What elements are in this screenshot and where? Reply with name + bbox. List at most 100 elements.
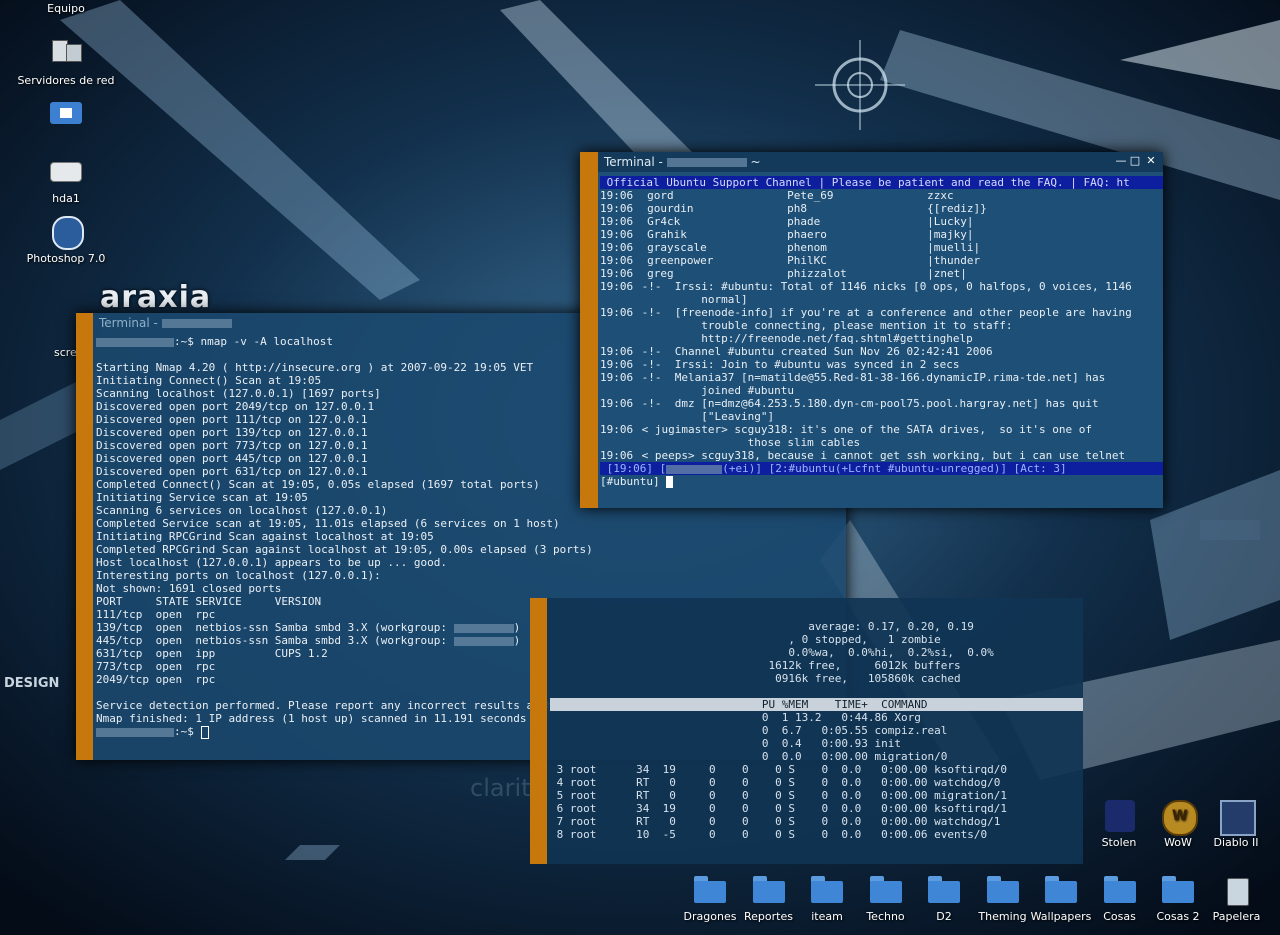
desktop-icon-photoshop[interactable]: Photoshop 7.0 [16,216,116,265]
process-row[interactable]: 3 root 34 19 0 0 0 S 0 0.0 0:00.00 ksoft… [550,763,1083,776]
output-text: Initiating RPCGrind Scan against localho… [96,530,434,543]
output-text: Scanning localhost (127.0.0.1) [1697 por… [96,387,381,400]
nick-column-2[interactable]: phade [787,215,927,228]
message-time: 19:06 [600,228,634,241]
desktop-icon-servidores[interactable]: Servidores de red [16,38,116,87]
process-row[interactable]: 4 root RT 0 0 0 0 S 0 0.0 0:00.00 watchd… [550,776,1083,789]
output-text: Interesting ports on localhost (127.0.0.… [96,569,381,582]
nick-column-1[interactable]: gourdin [647,202,787,215]
output-text: Completed Service scan at 19:05, 11.01s … [96,517,560,530]
nick-column-2[interactable]: ph8 [787,202,927,215]
nick-column-1[interactable]: gord [647,189,787,202]
nick-column-3[interactable]: |muelli| [927,241,980,254]
message-time: 19:06 [600,202,634,215]
window-title: Terminal - [604,155,667,169]
process-row[interactable]: 8 root 10 -5 0 0 0 S 0 0.0 0:00.06 event… [550,828,1083,841]
nmap-output-line: Host localhost (127.0.0.1) appears to be… [96,556,842,569]
message-time: 19:06 [600,215,634,228]
status-time: [19:06] [ [600,462,667,475]
message-time: 19:06 [600,189,634,202]
message-time: 19:06 [600,345,634,358]
process-row[interactable]: 5 root RT 0 0 0 0 S 0 0.0 0:00.00 migrat… [550,789,1083,802]
output-text: Scanning 6 services on localhost (127.0.… [96,504,388,517]
top-terminal-window[interactable]: average: 0.17, 0.20, 0.19 , 0 stopped, 1… [530,598,1083,864]
output-text: 445/tcp open netbios-ssn Samba smbd 3.X … [96,634,454,647]
nick-column-2[interactable]: phenom [787,241,927,254]
maximize-icon[interactable]: □ [1129,155,1141,167]
desktop-icon-label: Equipo [47,2,85,15]
chat-message-line: ["Leaving"] [600,410,1163,423]
output-text: Starting Nmap 4.20 ( http://insecure.org… [96,361,534,374]
process-row[interactable]: 0 0.0 0:00.00 migration/0 [550,750,1083,763]
output-text: Completed RPCGrind Scan against localhos… [96,543,593,556]
output-text: 111/tcp open rpc [96,608,216,621]
nick-column-2[interactable]: phaero [787,228,927,241]
process-row[interactable]: 0 0.4 0:00.93 init [550,737,1083,750]
wallpaper-logo: araxia [100,280,212,315]
nick-column-3[interactable]: zzxc [927,189,954,202]
nick-column-1[interactable]: grayscale [647,241,787,254]
output-text: Discovered open port 773/tcp on 127.0.0.… [96,439,368,452]
irssi-output[interactable]: Official Ubuntu Support Channel | Please… [600,176,1163,508]
desktop-icon-label: Diablo II [1213,836,1259,849]
message-text: http://freenode.net/faq.shtml#gettinghel… [635,332,973,345]
desktop-folder-10[interactable]: Papelera [1187,874,1280,923]
text-cursor [666,476,674,488]
redacted-workgroup [453,623,514,633]
irssi-status-bar: [19:06] [(+ei)] [2:#ubuntu(+Lcfnt #ubunt… [600,462,1163,475]
hard-drive-icon [48,156,84,188]
chat-message-line: joined #ubuntu [600,384,1163,397]
message-text: < jugimaster> scguy318: it's one of the … [635,423,1092,436]
irssi-window-titlebar[interactable]: Terminal - ~ — □ ✕ [598,152,1163,172]
irssi-input-line[interactable]: [#ubuntu] [600,475,1163,488]
desktop-icon-hda1[interactable]: hda1 [16,156,116,205]
redacted-hostname [161,319,232,328]
process-row[interactable]: 0 6.7 0:05.55 compiz.real [550,724,1083,737]
output-text: Not shown: 1691 closed ports [96,582,282,595]
diablo-icon [1218,800,1256,836]
nick-column-3[interactable]: |majky| [927,228,973,241]
nmap-output-line: Completed Service scan at 19:05, 11.01s … [96,517,842,530]
nick-column-3[interactable]: |znet| [927,267,967,280]
nick-column-2[interactable]: PhilKC [787,254,927,267]
nick-column-1[interactable]: greenpower [647,254,787,267]
wallpaper-brand: DESIGN [4,676,60,691]
nmap-output-line: Interesting ports on localhost (127.0.0.… [96,569,842,582]
process-row[interactable]: 6 root 34 19 0 0 0 S 0 0.0 0:00.00 ksoft… [550,802,1083,815]
nick-column-1[interactable]: greg [647,267,787,280]
text-cursor [200,725,209,739]
redacted-nick [666,464,723,474]
chat-message-line: 19:06 -!- Irssi: Join to #ubuntu was syn… [600,358,1163,371]
message-time: 19:06 [600,267,634,280]
desktop-icon-home[interactable] [16,96,116,132]
minimize-icon[interactable]: — [1115,155,1127,167]
nick-column-3[interactable]: {[rediz]} [927,202,987,215]
desktop-icon-diablo[interactable]: Diablo II [1186,800,1280,849]
top-summary-line: , 0 stopped, 1 zombie [550,633,941,646]
top-summary-line: average: 0.17, 0.20, 0.19 [550,620,974,633]
nick-column-2[interactable]: Pete_69 [787,189,927,202]
process-row[interactable]: 7 root RT 0 0 0 0 S 0 0.0 0:00.00 watchd… [550,815,1083,828]
nick-list-row: 19:06 gord Pete_69 zzxc [600,189,1163,202]
nick-column-2[interactable]: phizzalot [787,267,927,280]
nick-column-3[interactable]: |Lucky| [927,215,973,228]
input-prompt: [#ubuntu] [600,475,667,488]
nick-column-3[interactable]: |thunder [927,254,980,267]
desktop-icon-label: Servidores de red [17,74,115,87]
chat-message-line: 19:06 -!- Channel #ubuntu created Sun No… [600,345,1163,358]
nick-column-1[interactable]: Gr4ck [647,215,787,228]
close-icon[interactable]: ✕ [1145,155,1157,167]
nick-column-1[interactable]: Grahik [647,228,787,241]
process-row[interactable]: 0 1 13.2 0:44.86 Xorg [550,711,1083,724]
message-time: 19:06 [600,254,634,267]
top-output[interactable]: average: 0.17, 0.20, 0.19 , 0 stopped, 1… [550,620,1083,864]
nmap-output-line: Completed RPCGrind Scan against localhos… [96,543,842,556]
top-summary-line: 1612k free, 6012k buffers [550,659,961,672]
desktop-folder-label: Papelera [1212,910,1261,923]
nick-list-row: 19:06 greenpower PhilKC |thunder [600,254,1163,267]
message-text: ["Leaving"] [635,410,775,423]
desktop-icon-equipo[interactable]: Equipo [16,2,116,15]
irssi-terminal-window[interactable]: Terminal - ~ — □ ✕ Official Ubuntu Suppo… [580,152,1163,508]
output-text: 773/tcp open rpc [96,660,216,673]
chat-message-line: http://freenode.net/faq.shtml#gettinghel… [600,332,1163,345]
